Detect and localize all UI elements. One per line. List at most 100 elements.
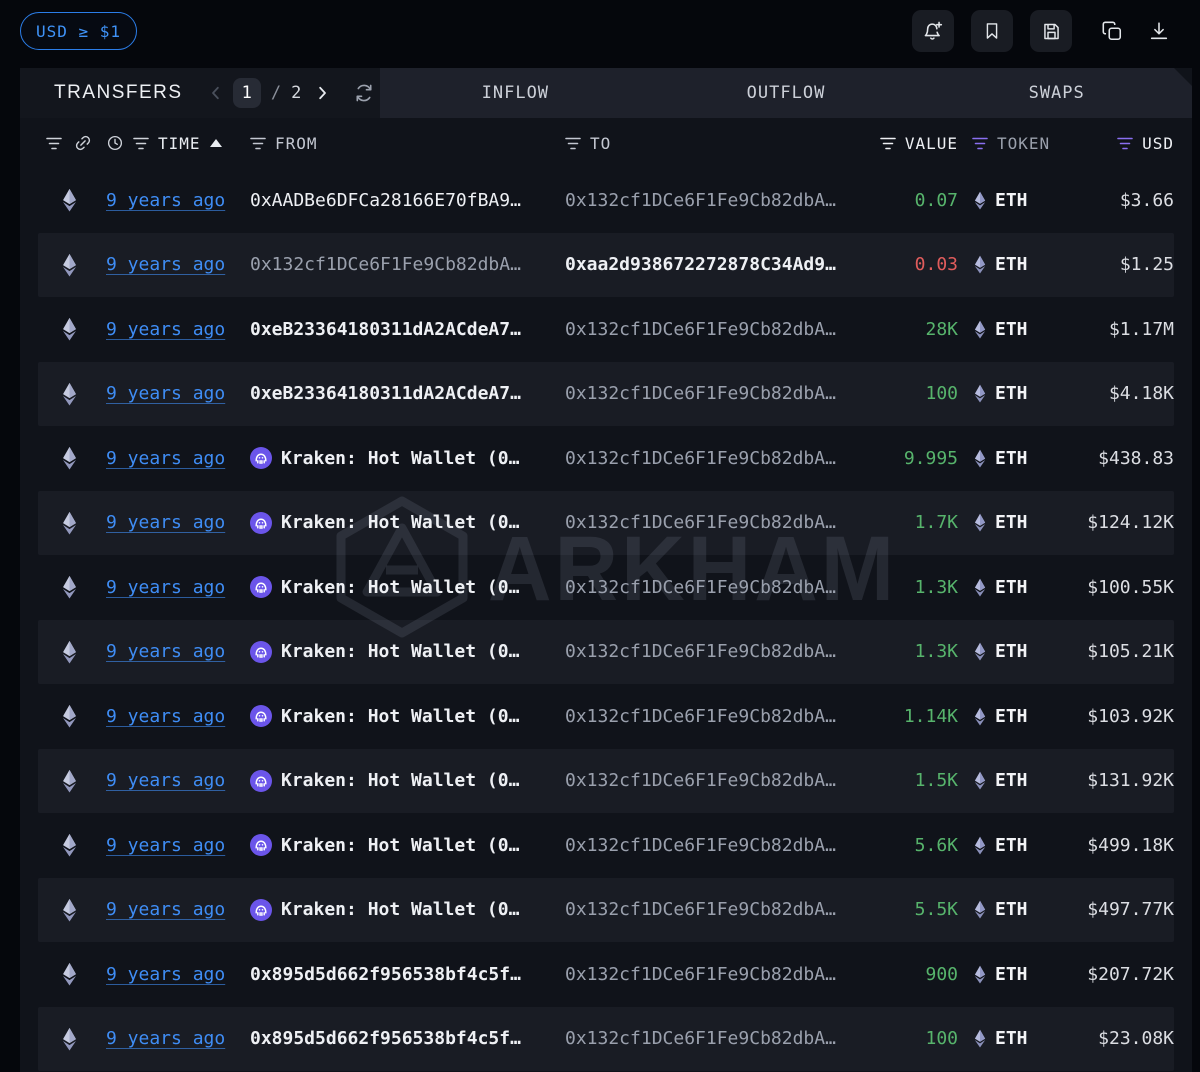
transfer-time-link[interactable]: 9 years ago: [106, 190, 225, 211]
transfer-time-link[interactable]: 9 years ago: [106, 641, 225, 662]
transfer-time-link[interactable]: 9 years ago: [106, 448, 225, 469]
table-row[interactable]: 9 years ago Kraken: Hot Wallet (0… 0x132…: [38, 684, 1174, 749]
table-row[interactable]: 9 years ago Kraken: Hot Wallet (0… 0x132…: [38, 619, 1174, 684]
from-address[interactable]: 0x895d5d662f956538bf4c5f…: [250, 1028, 521, 1049]
token-label[interactable]: ETH: [995, 383, 1028, 404]
table-row[interactable]: 9 years ago Kraken: Hot Wallet (0… 0x132…: [38, 490, 1174, 555]
to-address[interactable]: 0x132cf1DCe6F1Fe9Cb82dbA…: [565, 383, 836, 404]
page-next-button[interactable]: [313, 84, 331, 102]
tab-swaps[interactable]: SWAPS: [921, 68, 1192, 118]
to-address[interactable]: 0x132cf1DCe6F1Fe9Cb82dbA…: [565, 964, 836, 985]
to-address[interactable]: 0x132cf1DCe6F1Fe9Cb82dbA…: [565, 319, 836, 340]
sort-asc-icon[interactable]: [209, 139, 222, 147]
column-header-token[interactable]: TOKEN: [997, 134, 1050, 153]
clock-icon[interactable]: [106, 134, 124, 152]
from-address[interactable]: Kraken: Hot Wallet (0…: [281, 641, 519, 662]
column-header-usd[interactable]: USD: [1142, 134, 1174, 153]
time-filter-icon[interactable]: [133, 137, 149, 150]
to-address[interactable]: 0x132cf1DCe6F1Fe9Cb82dbA…: [565, 448, 836, 469]
refresh-button[interactable]: [353, 82, 375, 104]
token-label[interactable]: ETH: [995, 899, 1028, 920]
token-label[interactable]: ETH: [995, 641, 1028, 662]
from-address[interactable]: Kraken: Hot Wallet (0…: [281, 577, 519, 598]
token-label[interactable]: ETH: [995, 770, 1028, 791]
table-row[interactable]: 9 years ago 0x895d5d662f956538bf4c5f… 0x…: [38, 942, 1174, 1007]
table-row[interactable]: 9 years ago Kraken: Hot Wallet (0… 0x132…: [38, 877, 1174, 942]
tab-inflow[interactable]: INFLOW: [380, 68, 651, 118]
to-address[interactable]: 0x132cf1DCe6F1Fe9Cb82dbA…: [565, 899, 836, 920]
to-address[interactable]: 0x132cf1DCe6F1Fe9Cb82dbA…: [565, 835, 836, 856]
token-label[interactable]: ETH: [995, 835, 1028, 856]
token-label[interactable]: ETH: [995, 512, 1028, 533]
from-address[interactable]: 0xAADBe6DFCa28166E70fBA9…: [250, 190, 521, 211]
token-label[interactable]: ETH: [995, 448, 1028, 469]
transfer-time-link[interactable]: 9 years ago: [106, 1028, 225, 1049]
table-row[interactable]: 9 years ago 0x132cf1DCe6F1Fe9Cb82dbA… 0x…: [38, 232, 1174, 297]
transfer-time-link[interactable]: 9 years ago: [106, 899, 225, 920]
from-address[interactable]: Kraken: Hot Wallet (0…: [281, 770, 519, 791]
to-address[interactable]: 0x132cf1DCe6F1Fe9Cb82dbA…: [565, 706, 836, 727]
from-address[interactable]: Kraken: Hot Wallet (0…: [281, 899, 519, 920]
from-address[interactable]: Kraken: Hot Wallet (0…: [281, 835, 519, 856]
transfer-time-link[interactable]: 9 years ago: [106, 964, 225, 985]
to-address[interactable]: 0x132cf1DCe6F1Fe9Cb82dbA…: [565, 1028, 836, 1049]
table-row[interactable]: 9 years ago Kraken: Hot Wallet (0… 0x132…: [38, 748, 1174, 813]
transfer-time-link[interactable]: 9 years ago: [106, 319, 225, 340]
from-address[interactable]: 0x895d5d662f956538bf4c5f…: [250, 964, 521, 985]
to-filter-icon[interactable]: [565, 137, 581, 150]
column-header-time[interactable]: TIME: [158, 134, 201, 153]
from-address[interactable]: 0xeB23364180311dA2ACdeA7…: [250, 383, 521, 404]
copy-button[interactable]: [1097, 10, 1127, 52]
table-row[interactable]: 9 years ago Kraken: Hot Wallet (0… 0x132…: [38, 813, 1174, 878]
token-label[interactable]: ETH: [995, 254, 1028, 275]
toolbar-icons: [912, 10, 1174, 52]
to-address[interactable]: 0x132cf1DCe6F1Fe9Cb82dbA…: [565, 770, 836, 791]
token-label[interactable]: ETH: [995, 190, 1028, 211]
table-row[interactable]: 9 years ago 0xeB23364180311dA2ACdeA7… 0x…: [38, 361, 1174, 426]
value-filter-icon[interactable]: [880, 137, 896, 150]
to-address[interactable]: 0x132cf1DCe6F1Fe9Cb82dbA…: [565, 577, 836, 598]
usd-filter-icon[interactable]: [1117, 137, 1133, 150]
transfer-time-link[interactable]: 9 years ago: [106, 706, 225, 727]
token-filter-icon[interactable]: [972, 137, 988, 150]
page-current[interactable]: 1: [232, 78, 261, 108]
transfer-time-link[interactable]: 9 years ago: [106, 383, 225, 404]
from-address[interactable]: 0x132cf1DCe6F1Fe9Cb82dbA…: [250, 254, 521, 275]
to-address[interactable]: 0x132cf1DCe6F1Fe9Cb82dbA…: [565, 512, 836, 533]
tab-outflow[interactable]: OUTFLOW: [651, 68, 922, 118]
transfer-time-link[interactable]: 9 years ago: [106, 770, 225, 791]
to-address[interactable]: 0xaa2d938672272878C34Ad9…: [565, 254, 836, 275]
transfer-time-link[interactable]: 9 years ago: [106, 577, 225, 598]
page-prev-button[interactable]: [207, 84, 225, 102]
from-address[interactable]: 0xeB23364180311dA2ACdeA7…: [250, 319, 521, 340]
from-address[interactable]: Kraken: Hot Wallet (0…: [281, 512, 519, 533]
table-row[interactable]: 9 years ago Kraken: Hot Wallet (0… 0x132…: [38, 426, 1174, 491]
token-label[interactable]: ETH: [995, 577, 1028, 598]
transfer-time-link[interactable]: 9 years ago: [106, 835, 225, 856]
token-label[interactable]: ETH: [995, 1028, 1028, 1049]
transfer-time-link[interactable]: 9 years ago: [106, 254, 225, 275]
download-button[interactable]: [1144, 10, 1174, 52]
usd-filter-pill[interactable]: USD ≥ $1: [20, 12, 138, 50]
from-filter-icon[interactable]: [250, 137, 266, 150]
to-address[interactable]: 0x132cf1DCe6F1Fe9Cb82dbA…: [565, 190, 836, 211]
alert-add-button[interactable]: [912, 10, 954, 52]
column-header-value[interactable]: VALUE: [905, 134, 958, 153]
transfer-time-link[interactable]: 9 years ago: [106, 512, 225, 533]
token-label[interactable]: ETH: [995, 964, 1028, 985]
column-header-to[interactable]: TO: [590, 134, 611, 153]
table-row[interactable]: 9 years ago 0xeB23364180311dA2ACdeA7… 0x…: [38, 297, 1174, 362]
table-row[interactable]: 9 years ago 0x895d5d662f956538bf4c5f… 0x…: [38, 1006, 1174, 1071]
token-label[interactable]: ETH: [995, 319, 1028, 340]
from-address[interactable]: Kraken: Hot Wallet (0…: [281, 706, 519, 727]
chain-filter-icon[interactable]: [46, 137, 62, 150]
bookmark-button[interactable]: [971, 10, 1013, 52]
column-header-from[interactable]: FROM: [275, 134, 318, 153]
table-row[interactable]: 9 years ago 0xAADBe6DFCa28166E70fBA9… 0x…: [38, 168, 1174, 233]
table-row[interactable]: 9 years ago Kraken: Hot Wallet (0… 0x132…: [38, 555, 1174, 620]
token-label[interactable]: ETH: [995, 706, 1028, 727]
link-icon[interactable]: [74, 134, 92, 152]
save-button[interactable]: [1030, 10, 1072, 52]
from-address[interactable]: Kraken: Hot Wallet (0…: [281, 448, 519, 469]
to-address[interactable]: 0x132cf1DCe6F1Fe9Cb82dbA…: [565, 641, 836, 662]
